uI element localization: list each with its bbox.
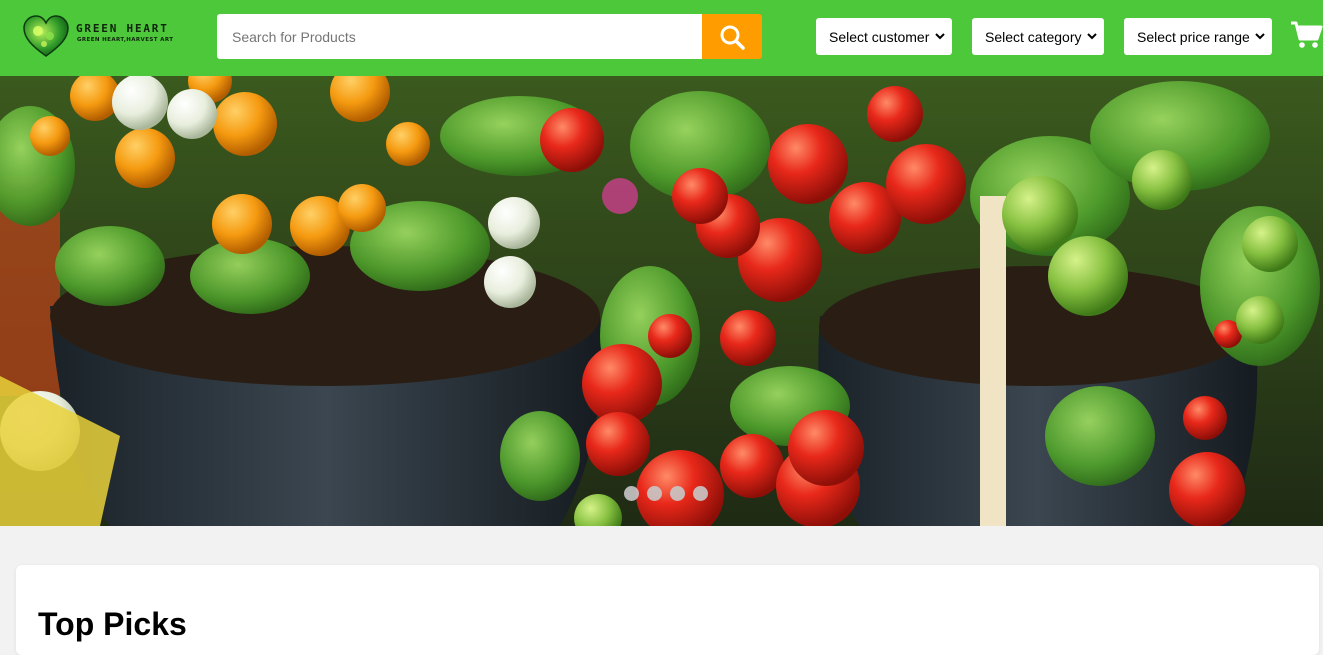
carousel-dot[interactable] bbox=[624, 486, 639, 501]
cart-icon[interactable] bbox=[1290, 20, 1323, 50]
top-navigation-bar: GREEN HEART GREEN HEART,HARVEST ART Sele… bbox=[0, 0, 1323, 76]
price-range-select-value: Select price range bbox=[1137, 28, 1250, 45]
search-button[interactable] bbox=[702, 14, 762, 59]
section-title: Top Picks bbox=[38, 606, 187, 642]
price-range-select[interactable]: Select price range bbox=[1124, 18, 1272, 55]
carousel-dot[interactable] bbox=[647, 486, 662, 501]
heart-logo-icon bbox=[23, 15, 69, 57]
search-icon bbox=[720, 25, 745, 50]
customer-select[interactable]: Select customer bbox=[816, 18, 952, 55]
hero-carousel[interactable] bbox=[0, 76, 1323, 526]
brand-tagline: GREEN HEART,HARVEST ART bbox=[77, 37, 174, 43]
search-input[interactable] bbox=[217, 14, 703, 59]
category-select-value: Select category bbox=[985, 28, 1082, 45]
brand-name: GREEN HEART bbox=[76, 22, 169, 35]
chevron-down-icon bbox=[1255, 33, 1265, 40]
customer-select-value: Select customer bbox=[829, 28, 930, 45]
hero-image bbox=[0, 76, 1323, 526]
chevron-down-icon bbox=[935, 33, 945, 40]
brand-logo[interactable]: GREEN HEART GREEN HEART,HARVEST ART bbox=[22, 12, 192, 58]
top-picks-section: Top Picks bbox=[16, 565, 1319, 655]
carousel-dot[interactable] bbox=[693, 486, 708, 501]
carousel-dot[interactable] bbox=[670, 486, 685, 501]
category-select[interactable]: Select category bbox=[972, 18, 1104, 55]
carousel-indicators bbox=[624, 486, 708, 501]
chevron-down-icon bbox=[1087, 33, 1097, 40]
